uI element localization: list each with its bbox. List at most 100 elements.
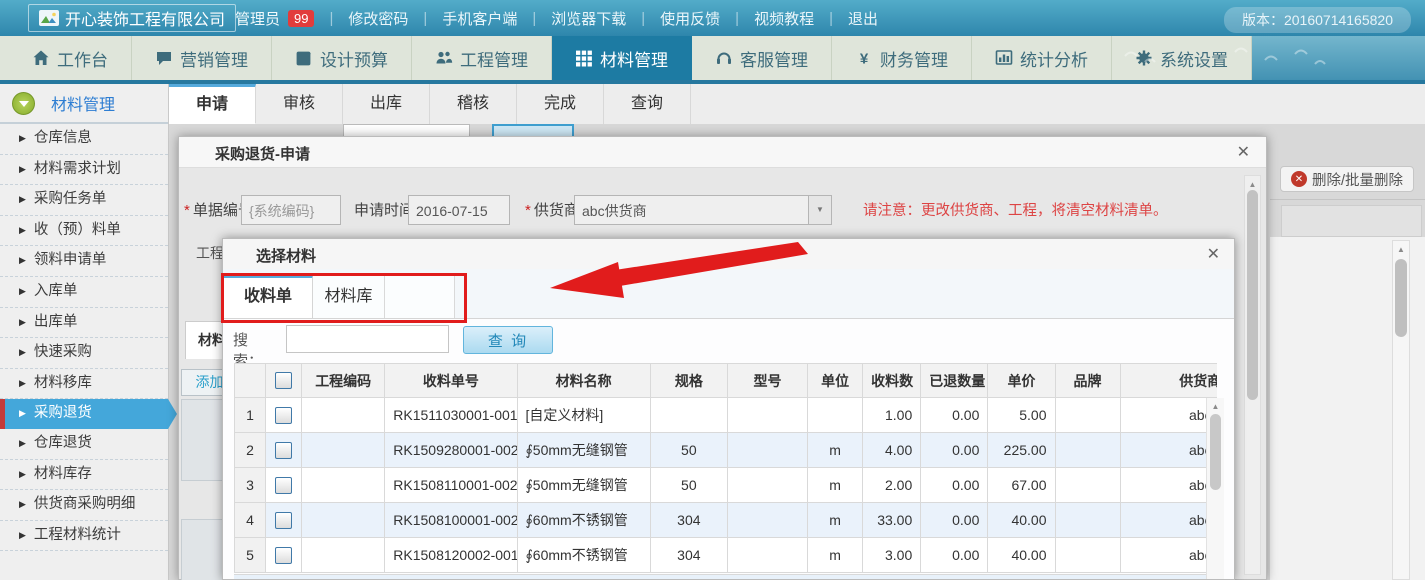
sidebar-title: 材料管理 xyxy=(51,91,115,115)
top-menu-item[interactable]: 手机客户端 xyxy=(442,8,517,29)
sidebar-item-label: 工程材料统计 xyxy=(34,527,121,543)
close-icon[interactable]: ✕ xyxy=(1207,244,1220,264)
column-header: 型号 xyxy=(727,364,807,398)
scroll-up-icon[interactable]: ▲ xyxy=(1245,176,1260,189)
sidebar-item[interactable]: ▶仓库信息 xyxy=(0,124,168,155)
birds-decoration-icon xyxy=(1115,44,1335,77)
tab-2[interactable]: 出库 xyxy=(343,84,430,124)
nav-item-6[interactable]: ¥财务管理 xyxy=(832,36,972,80)
sidebar-item[interactable]: ▶采购退货 xyxy=(0,399,168,429)
sidebar-item[interactable]: ▶材料移库 xyxy=(0,369,168,400)
edit-icon xyxy=(295,49,313,67)
cell-model xyxy=(727,398,807,433)
triangle-right-icon: ▶ xyxy=(19,438,26,448)
row-checkbox[interactable] xyxy=(275,477,292,494)
nav-item-1[interactable]: 营销管理 xyxy=(132,36,272,80)
cell-receipt_no: RK1508120002-001 xyxy=(385,538,517,573)
select-all-checkbox[interactable] xyxy=(275,372,292,389)
column-header: 单价 xyxy=(988,364,1055,398)
top-menu-item[interactable]: 修改密码 xyxy=(348,8,408,29)
page-scrollbar[interactable]: ▲ xyxy=(1392,240,1410,580)
sidebar-item[interactable]: ▶收（预）料单 xyxy=(0,216,168,247)
tab-0[interactable]: 申请 xyxy=(169,84,256,124)
cell-supplier: abc xyxy=(1120,433,1217,468)
notification-badge[interactable]: 99 xyxy=(288,10,314,27)
cell-qty: 1.00 xyxy=(863,398,921,433)
triangle-right-icon: ▶ xyxy=(19,194,26,204)
cell-brand xyxy=(1055,503,1120,538)
table-row: 2RK1509280001-002∮50mm无缝钢管50m4.000.00225… xyxy=(235,433,1218,468)
cell-unit: m xyxy=(808,468,863,503)
sidebar-item[interactable]: ▶采购任务单 xyxy=(0,185,168,216)
header-divider xyxy=(0,80,1425,84)
delete-circle-icon: ✕ xyxy=(1291,171,1307,187)
nav-item-7[interactable]: 统计分析 xyxy=(972,36,1112,80)
scroll-up-icon[interactable]: ▲ xyxy=(1393,241,1409,254)
background-box xyxy=(181,519,225,580)
triangle-right-icon: ▶ xyxy=(19,255,26,265)
chevron-down-icon[interactable]: ▼ xyxy=(808,196,831,224)
row-checkbox[interactable] xyxy=(275,512,292,529)
row-checkbox[interactable] xyxy=(275,442,292,459)
sidebar-item[interactable]: ▶入库单 xyxy=(0,277,168,308)
triangle-right-icon: ▶ xyxy=(19,133,26,143)
modal-scrollbar[interactable]: ▲ xyxy=(1244,175,1261,575)
search-input[interactable] xyxy=(286,325,449,353)
tab-3[interactable]: 稽核 xyxy=(430,84,517,124)
project-label: 工程 xyxy=(196,243,224,263)
sidebar-item[interactable]: ▶材料需求计划 xyxy=(0,155,168,186)
sidebar-item[interactable]: ▶快速采购 xyxy=(0,338,168,369)
cell-no: 5 xyxy=(235,538,266,573)
close-icon[interactable]: ✕ xyxy=(1237,142,1250,162)
nav-item-4[interactable]: 材料管理 xyxy=(552,36,692,80)
sidebar-item[interactable]: ▶供货商采购明细 xyxy=(0,490,168,521)
table-scrollbar[interactable]: ▲ xyxy=(1206,398,1224,579)
cell-receipt_no: RK1508110001-002 xyxy=(385,468,517,503)
sidebar-item[interactable]: ▶仓库退货 xyxy=(0,429,168,460)
top-menu-item[interactable]: 视频教程 xyxy=(754,8,814,29)
top-menu-item[interactable]: 使用反馈 xyxy=(660,8,720,29)
row-checkbox[interactable] xyxy=(275,407,292,424)
cell-qty: 4.00 xyxy=(863,433,921,468)
tab-5[interactable]: 查询 xyxy=(604,84,691,124)
sidebar-item[interactable]: ▶领料申请单 xyxy=(0,246,168,277)
sidebar-item[interactable]: ▶出库单 xyxy=(0,308,168,339)
nav-item-0[interactable]: 工作台 xyxy=(0,36,132,80)
picker-title: 选择材料 xyxy=(256,245,316,266)
nav-item-label: 客服管理 xyxy=(740,46,808,71)
apply-date-input[interactable]: 2016-07-15 xyxy=(408,195,510,225)
column-header: 收料数 xyxy=(863,364,921,398)
scroll-up-icon[interactable]: ▲ xyxy=(1207,398,1224,411)
triangle-right-icon: ▶ xyxy=(19,408,26,418)
material-table-wrap: 工程编码收料单号材料名称规格型号单位收料数已退数量单价品牌供货商1RK15110… xyxy=(234,363,1217,579)
nav-item-3[interactable]: 工程管理 xyxy=(412,36,552,80)
cell-spec xyxy=(650,398,727,433)
row-checkbox[interactable] xyxy=(275,547,292,564)
cell-returned: 0.00 xyxy=(921,468,988,503)
delete-batch-button[interactable]: ✕ 删除/批量删除 xyxy=(1280,166,1414,192)
scrollbar-thumb[interactable] xyxy=(1210,414,1221,490)
top-menu-item[interactable]: 浏览器下载 xyxy=(551,8,626,29)
scrollbar-thumb[interactable] xyxy=(1395,259,1407,337)
user-label[interactable]: 管理员 xyxy=(235,8,280,29)
tab-4[interactable]: 完成 xyxy=(517,84,604,124)
material-list-tab[interactable]: 材料 xyxy=(185,321,223,359)
tab-1[interactable]: 审核 xyxy=(256,84,343,124)
nav-item-5[interactable]: 客服管理 xyxy=(692,36,832,80)
supplier-select[interactable]: abc供货商▼ xyxy=(574,195,832,225)
nav-item-label: 工程管理 xyxy=(460,46,528,71)
cell-material: ∮50mm无缝钢管 xyxy=(517,433,650,468)
nav-item-label: 工作台 xyxy=(57,46,108,71)
cell-project_code xyxy=(302,468,385,503)
collapse-circle-icon[interactable] xyxy=(12,92,35,115)
top-menu-item[interactable]: 退出 xyxy=(848,8,878,29)
cell-material: ∮60mm不锈钢管 xyxy=(517,538,650,573)
sidebar-item[interactable]: ▶材料库存 xyxy=(0,460,168,491)
bill-no-input[interactable]: {系统编码} xyxy=(241,195,341,225)
nav-item-2[interactable]: 设计预算 xyxy=(272,36,412,80)
sidebar-item[interactable]: ▶工程材料统计 xyxy=(0,521,168,552)
query-button[interactable]: 查 询 xyxy=(463,326,553,354)
background-box xyxy=(181,399,225,481)
scrollbar-thumb[interactable] xyxy=(1247,190,1258,400)
background-table-header xyxy=(1281,205,1422,237)
